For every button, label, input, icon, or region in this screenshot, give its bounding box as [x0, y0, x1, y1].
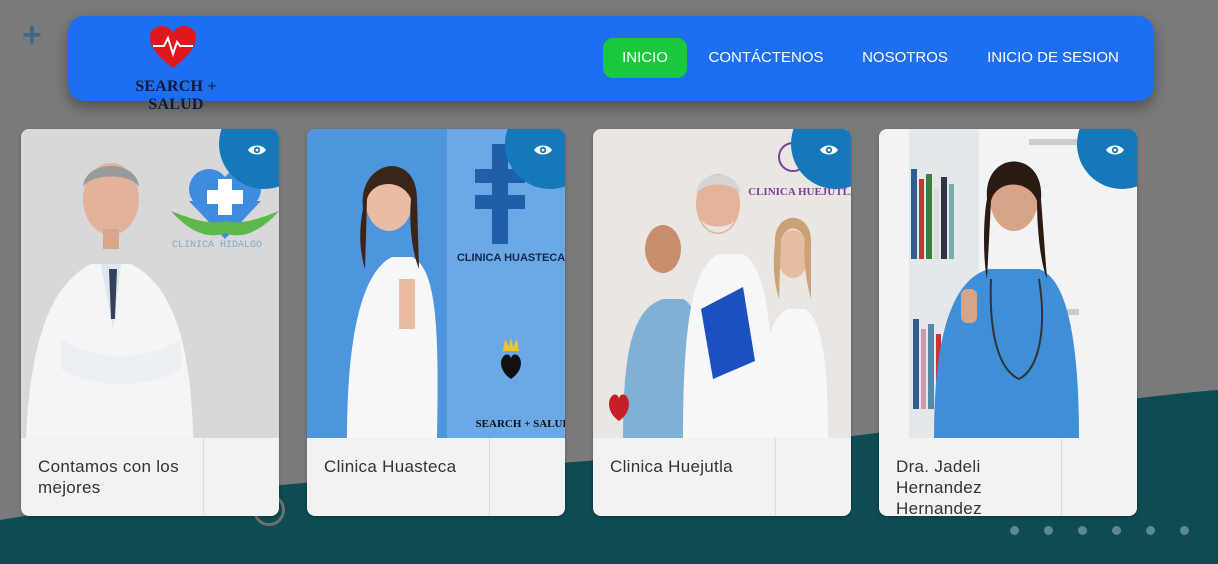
svg-text:CLINICA HUASTECA: CLINICA HUASTECA — [457, 252, 565, 264]
card-title: Dra. Jadeli Hernandez Hernandez — [896, 457, 982, 516]
card-footer: Contamos con los mejores — [21, 438, 279, 516]
nav-inicio-de-sesion[interactable]: INICIO DE SESION — [983, 38, 1123, 78]
eye-icon[interactable] — [1105, 143, 1125, 157]
card-divider — [489, 438, 490, 516]
card-dra-jadeli[interactable]: Dra. Jadeli Hernandez Hernandez — [879, 129, 1137, 516]
card-divider — [775, 438, 776, 516]
decorative-plus-icon: + — [22, 16, 42, 54]
eye-icon[interactable] — [533, 143, 553, 157]
card-contamos[interactable]: CLINICA HIDALGO Contamos con los mejores — [21, 129, 279, 516]
card-title: Clinica Huasteca — [324, 457, 457, 476]
svg-text:CLINICA HIDALGO: CLINICA HIDALGO — [172, 240, 262, 251]
card-title: Clinica Huejutla — [610, 457, 733, 476]
card-title: Contamos con los mejores — [38, 457, 179, 497]
card-divider — [1061, 438, 1062, 516]
nav-contactenos[interactable]: CONTÁCTENOS — [703, 38, 829, 78]
card-footer: Clinica Huejutla — [593, 438, 851, 516]
nav-nosotros[interactable]: NOSOTROS — [859, 38, 951, 78]
card-footer: Dra. Jadeli Hernandez Hernandez — [879, 438, 1137, 516]
heart-pulse-icon — [150, 26, 196, 68]
eye-icon[interactable] — [819, 143, 839, 157]
nav-inicio[interactable]: INICIO — [603, 38, 687, 78]
svg-text:SEARCH + SALUD: SEARCH + SALUD — [476, 418, 565, 430]
card-divider — [203, 438, 204, 516]
card-footer: Clinica Huasteca — [307, 438, 565, 516]
card-clinica-huasteca[interactable]: CLINICA HUASTECA SEARCH + SALUD Clinica … — [307, 129, 565, 516]
brand-name: SEARCH + SALUD — [135, 78, 217, 113]
brand-logo[interactable]: SEARCH + SALUD — [106, 26, 246, 113]
eye-icon[interactable] — [247, 143, 267, 157]
navbar: SEARCH + SALUD INICIO CONTÁCTENOS NOSOTR… — [68, 16, 1154, 113]
card-clinica-huejutla[interactable]: CLINICA HUEJUTLA Clinica Huejutla — [593, 129, 851, 516]
